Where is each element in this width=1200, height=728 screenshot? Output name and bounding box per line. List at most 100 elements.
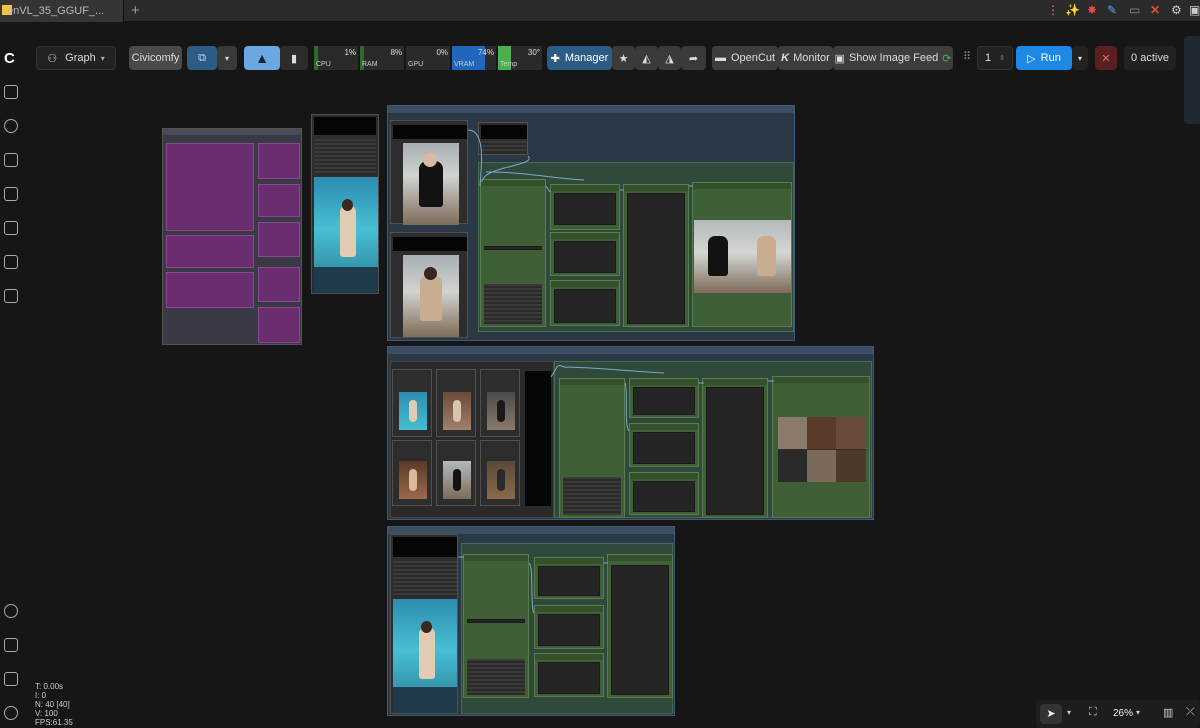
text-area[interactable] xyxy=(633,481,695,512)
close-extension-icon[interactable]: ✕ xyxy=(1150,3,1160,17)
model-loader-node[interactable] xyxy=(559,378,625,518)
preview-image-node[interactable] xyxy=(692,182,792,327)
load-image-node[interactable] xyxy=(436,440,476,506)
preview-image-node[interactable] xyxy=(772,376,870,518)
drag-handle-icon[interactable]: ⠿ xyxy=(963,50,971,63)
stepper-icon[interactable]: ⇳ xyxy=(999,54,1005,62)
model-loader-node[interactable] xyxy=(480,179,546,327)
more-vert-icon[interactable]: ⋮ xyxy=(1047,3,1059,17)
crystools-button[interactable]: ▲ xyxy=(244,46,280,70)
screen-extension-icon[interactable]: ▭ xyxy=(1129,3,1140,17)
workflow-group-1[interactable] xyxy=(387,105,795,341)
bookmark-button[interactable]: ▮ xyxy=(280,46,308,70)
new-tab-plus-icon[interactable]: + xyxy=(131,2,140,19)
link-visibility-icon[interactable]: ⤫ xyxy=(1186,706,1195,719)
prompt-node[interactable] xyxy=(550,232,620,276)
puzzle-icon[interactable]: ▣ xyxy=(1189,3,1200,17)
pen-extension-icon[interactable]: ✎ xyxy=(1107,3,1117,17)
text-area[interactable] xyxy=(633,432,695,464)
text-area[interactable] xyxy=(633,387,695,415)
node-widgets[interactable] xyxy=(393,561,457,597)
note-node[interactable] xyxy=(258,307,300,343)
monitor-button[interactable]: K Monitor xyxy=(778,46,833,70)
note-node[interactable] xyxy=(258,184,300,217)
text-area[interactable] xyxy=(554,289,616,323)
node-widget[interactable] xyxy=(484,246,542,250)
layout-icon[interactable] xyxy=(4,289,18,303)
opencut-button[interactable]: ▬ OpenCut xyxy=(712,46,778,70)
batch-count-input[interactable]: 1 ⇳ xyxy=(977,46,1013,70)
output-text-node[interactable] xyxy=(623,184,689,327)
load-image-node[interactable] xyxy=(311,114,379,294)
side-panel-tab[interactable] xyxy=(1184,36,1200,124)
select-pointer-icon[interactable]: ➤ xyxy=(1040,704,1062,724)
fit-view-icon[interactable]: ⛶ xyxy=(1089,706,1097,719)
queue-dropdown[interactable]: ▾ xyxy=(217,46,237,70)
model-loader-node[interactable] xyxy=(463,554,529,698)
chevron-down-icon[interactable]: ▾ xyxy=(1136,708,1140,717)
prompt-node[interactable] xyxy=(629,378,699,418)
prompt-node[interactable] xyxy=(534,653,604,697)
text-area[interactable] xyxy=(554,193,616,225)
civicomfy-button[interactable]: Civicomfy xyxy=(129,46,182,70)
show-image-feed-button[interactable]: ▣ Show Image Feed ⟳ xyxy=(833,46,953,70)
help-icon[interactable] xyxy=(4,604,18,618)
keyboard-icon[interactable] xyxy=(4,672,18,686)
prompt-node[interactable] xyxy=(629,472,699,515)
gear-icon[interactable]: ⚙ xyxy=(1171,3,1182,17)
queue-button[interactable]: ⧉ xyxy=(187,46,217,70)
note-node[interactable] xyxy=(258,222,300,257)
load-image-node[interactable] xyxy=(436,369,476,437)
templates-icon[interactable] xyxy=(4,221,18,235)
node-widgets[interactable] xyxy=(481,141,527,153)
star-burst-extension-icon[interactable]: ✸ xyxy=(1087,3,1097,17)
zoom-level[interactable]: 26% xyxy=(1113,708,1133,719)
share-button[interactable]: ➦ xyxy=(681,46,706,70)
cancel-button[interactable]: ✕ xyxy=(1095,46,1117,70)
models-icon[interactable] xyxy=(4,255,18,269)
load-image-node[interactable] xyxy=(390,120,468,225)
graph-button[interactable]: ⚇ Graph ▾ xyxy=(36,46,116,70)
load-image-node[interactable] xyxy=(392,369,432,437)
output-text-node[interactable] xyxy=(702,378,768,518)
sparkle-extension-icon[interactable]: ✨ xyxy=(1065,3,1080,17)
note-node[interactable] xyxy=(166,235,254,268)
load-image-node[interactable] xyxy=(390,534,458,714)
text-area[interactable] xyxy=(554,241,616,273)
images-icon[interactable] xyxy=(4,85,18,99)
manager-button[interactable]: ✚ Manager xyxy=(547,46,612,70)
text-area[interactable] xyxy=(538,566,600,596)
star-button[interactable]: ★ xyxy=(612,46,635,70)
comfy-logo-icon[interactable]: C xyxy=(4,50,15,67)
load-image-node[interactable] xyxy=(480,369,520,437)
workflow-group-2[interactable] xyxy=(387,346,874,520)
terminal-icon[interactable] xyxy=(4,638,18,652)
chevron-down-icon[interactable]: ▾ xyxy=(1067,708,1071,717)
model-button[interactable]: ◭ xyxy=(635,46,658,70)
load-image-node[interactable] xyxy=(480,440,520,506)
note-node[interactable] xyxy=(258,143,300,179)
model-alt-button[interactable]: ◮ xyxy=(658,46,681,70)
workflow-group-3[interactable] xyxy=(387,526,675,716)
note-node[interactable] xyxy=(258,267,300,302)
node-widgets[interactable] xyxy=(563,477,621,515)
minimap-icon[interactable]: ▥ xyxy=(1163,706,1173,719)
prompt-node[interactable] xyxy=(534,557,604,599)
load-image-node[interactable] xyxy=(390,232,468,338)
queue-history-icon[interactable] xyxy=(4,119,18,133)
output-text-node[interactable] xyxy=(607,554,673,698)
settings-gear-icon[interactable] xyxy=(4,706,18,720)
workflow-icon[interactable] xyxy=(4,187,18,201)
prompt-node[interactable] xyxy=(629,423,699,467)
prompt-node[interactable] xyxy=(550,184,620,230)
text-area[interactable] xyxy=(538,614,600,646)
prompt-node[interactable] xyxy=(534,605,604,649)
prompt-node[interactable] xyxy=(550,280,620,326)
nodes-library-icon[interactable] xyxy=(4,153,18,167)
node-widgets[interactable] xyxy=(484,284,542,324)
note-node[interactable] xyxy=(166,143,254,231)
run-button[interactable]: ▷ Run xyxy=(1016,46,1072,70)
node-widget[interactable] xyxy=(467,619,525,623)
notes-group[interactable] xyxy=(162,128,302,345)
note-node[interactable] xyxy=(166,272,254,308)
